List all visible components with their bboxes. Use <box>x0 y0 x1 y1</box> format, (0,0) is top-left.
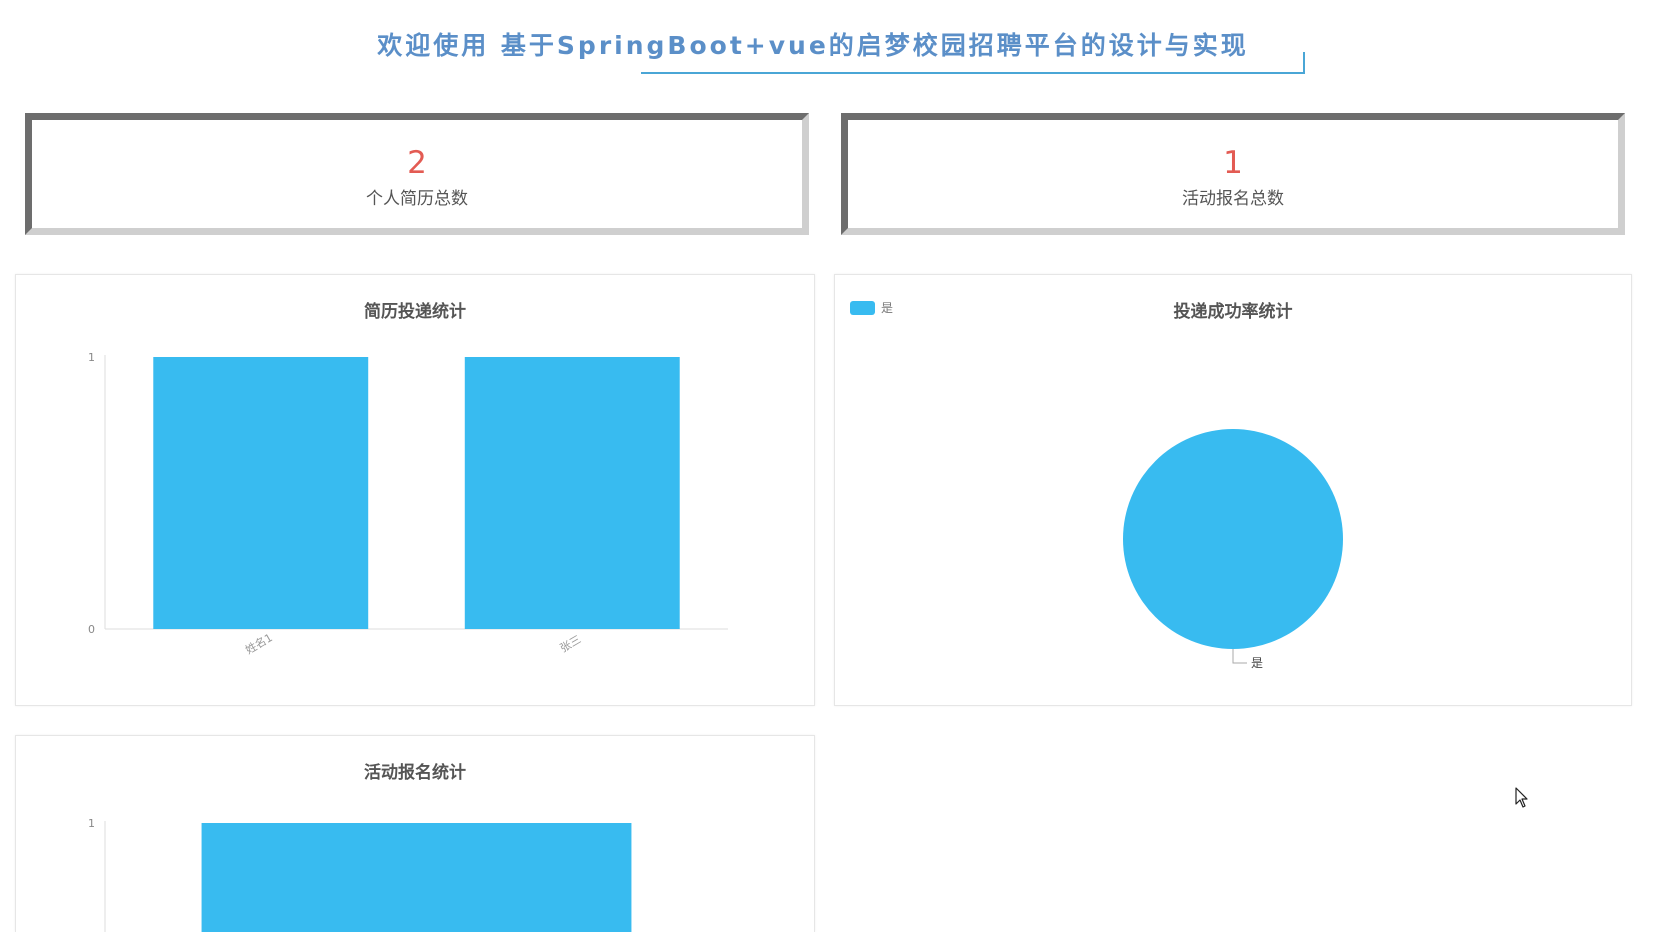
x-tick-label: 张三 <box>558 633 584 655</box>
pie-label-line <box>1232 649 1247 664</box>
stat-box-resume: 2 个人简历总数 <box>25 113 809 235</box>
panel-activity-chart: 活动报名统计 1 <box>15 735 815 932</box>
resume-bar-chart: 0 1 姓名1 张三 <box>88 351 728 657</box>
panel-success-chart: 是 投递成功率统计 是 <box>834 274 1632 706</box>
stat-value: 1 <box>1223 145 1243 181</box>
x-tick-label: 姓名1 <box>243 630 275 657</box>
pie-slice <box>1123 429 1343 649</box>
stat-box-activity: 1 活动报名总数 <box>841 113 1625 235</box>
y-tick-label: 1 <box>88 817 95 830</box>
welcome-underline <box>641 52 1305 74</box>
y-tick-label: 1 <box>88 351 95 364</box>
activity-bar-chart: 1 <box>88 817 632 932</box>
pie-label: 是 <box>1251 656 1263 670</box>
stat-label: 个人简历总数 <box>366 189 468 209</box>
bar <box>201 823 632 932</box>
mouse-cursor-icon <box>1515 787 1528 808</box>
stat-value: 2 <box>407 145 427 181</box>
y-tick-label: 0 <box>88 623 95 636</box>
bar <box>153 357 369 629</box>
success-pie-chart: 是 <box>1123 429 1343 670</box>
panel-resume-chart: 简历投递统计 0 1 姓名1 张三 <box>15 274 815 706</box>
stat-label: 活动报名总数 <box>1182 189 1284 209</box>
bar <box>464 357 680 629</box>
